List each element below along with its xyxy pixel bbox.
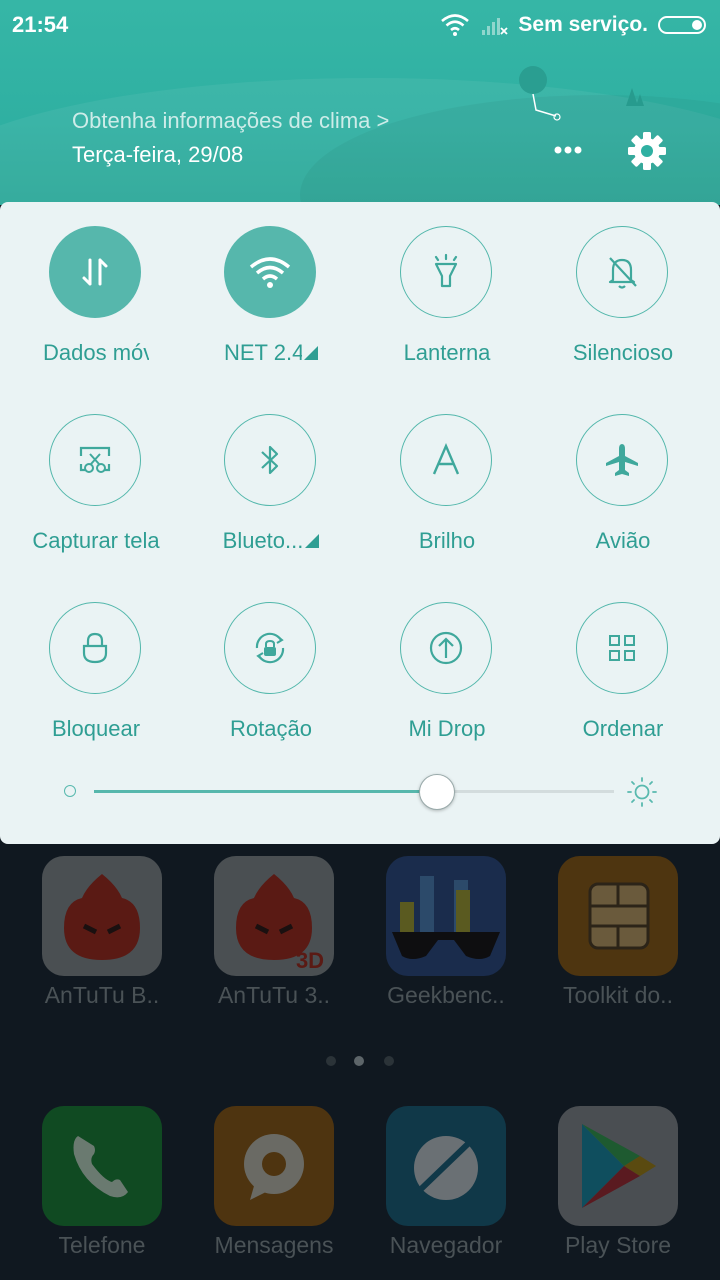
brightness-auto-icon[interactable] (400, 414, 492, 506)
antutu-3d-icon: 3D (214, 856, 334, 976)
toggle-label: Capturar tela (32, 528, 160, 553)
toggle-edit-order[interactable]: Ordenar (535, 578, 711, 748)
toggle-label: Lanterna (403, 340, 491, 365)
geekbench-icon (386, 856, 506, 976)
screenshot-icon[interactable] (49, 414, 141, 506)
phone-icon (42, 1106, 162, 1226)
toggle-label: Brilho (418, 528, 476, 553)
toggle-brightness[interactable]: Brilho (359, 390, 535, 560)
more-icon[interactable] (548, 135, 588, 165)
app-sim-toolkit[interactable]: Toolkit do.. (532, 844, 704, 1024)
home-screen: AnTuTu B.. 3D AnTuTu 3.. Geekbenc.. Tool… (0, 844, 720, 1280)
app-name: Mensagens (214, 1232, 334, 1258)
app-play-store[interactable]: Play Store (532, 1094, 704, 1274)
toggle-rotation[interactable]: Rotação (183, 578, 359, 748)
app-messages[interactable]: Mensagens (188, 1094, 360, 1274)
app-browser[interactable]: Navegador (360, 1094, 532, 1274)
no-signal-icon (482, 18, 509, 35)
app-name: AnTuTu 3.. (217, 982, 331, 1008)
app-antutu-3d[interactable]: 3D AnTuTu 3.. (188, 844, 360, 1024)
brightness-low-icon (64, 785, 76, 797)
notification-header: 21:54 Sem serviço. Obtenha informações d… (0, 0, 720, 205)
slider-fill (94, 790, 438, 793)
flashlight-icon[interactable] (400, 226, 492, 318)
status-bar: 21:54 Sem serviço. (0, 0, 720, 50)
toggle-label: Blueto... (183, 528, 359, 554)
app-name: Navegador (389, 1232, 503, 1258)
sim-toolkit-icon (558, 856, 678, 976)
app-antutu[interactable]: AnTuTu B.. (16, 844, 188, 1024)
toggle-bluetooth[interactable]: Blueto... (183, 390, 359, 560)
toggle-mi-drop[interactable]: Mi Drop (359, 578, 535, 748)
toggle-label: Rotação (230, 716, 312, 741)
app-name: Toolkit do.. (563, 982, 673, 1008)
toggle-wifi[interactable]: NET 2.4G (183, 202, 359, 372)
toggle-mobile-data[interactable]: Dados móveis (8, 202, 184, 372)
clock: 21:54 (12, 12, 69, 37)
date-text: Terça-feira, 29/08 (72, 142, 244, 167)
balloon-illustration (519, 66, 561, 121)
toggle-silent[interactable]: Silencioso (535, 202, 711, 372)
browser-icon (386, 1106, 506, 1226)
toggle-label: Dados móveis (43, 340, 149, 365)
mobile-data-icon[interactable] (49, 226, 141, 318)
upload-icon[interactable] (400, 602, 492, 694)
rotation-lock-icon[interactable] (224, 602, 316, 694)
bluetooth-icon[interactable] (224, 414, 316, 506)
toggle-label: NET 2.4G (183, 340, 359, 366)
battery-icon (658, 16, 706, 34)
toggle-label: Mi Drop (408, 716, 486, 741)
slider-thumb[interactable] (419, 774, 456, 810)
brightness-slider[interactable] (60, 768, 660, 818)
lock-icon[interactable] (49, 602, 141, 694)
wifi-icon[interactable] (224, 226, 316, 318)
page-indicator (322, 1052, 402, 1068)
antutu-icon (42, 856, 162, 976)
quick-settings-panel: Dados móveis NET 2.4G Lanterna (0, 202, 720, 844)
toggle-label: Bloquear (51, 716, 141, 741)
svg-text:3D: 3D (296, 948, 324, 973)
toggle-label: Ordenar (582, 716, 664, 741)
app-name: AnTuTu B.. (44, 982, 160, 1008)
app-geekbench[interactable]: Geekbenc.. (360, 844, 532, 1024)
toggle-label: Avião (595, 528, 651, 553)
play-store-icon (558, 1106, 678, 1226)
weather-link[interactable]: Obtenha informações de clima > (72, 108, 389, 134)
messages-icon (214, 1106, 334, 1226)
wifi-icon (441, 14, 470, 36)
toggle-flashlight[interactable]: Lanterna (359, 202, 535, 372)
airplane-icon[interactable] (576, 414, 668, 506)
app-name: Telefone (58, 1232, 146, 1258)
slider-track[interactable] (94, 790, 614, 793)
trees-illustration (626, 88, 644, 106)
toggle-airplane[interactable]: Avião (535, 390, 711, 560)
grid-icon[interactable] (576, 602, 668, 694)
app-name: Geekbenc.. (387, 982, 505, 1008)
expand-icon[interactable] (305, 534, 320, 548)
app-phone[interactable]: Telefone (16, 1094, 188, 1274)
toggle-lock[interactable]: Bloquear (8, 578, 184, 748)
brightness-high-icon (627, 777, 657, 807)
expand-icon[interactable] (304, 346, 318, 360)
gear-icon[interactable] (624, 128, 670, 174)
toggle-screenshot[interactable]: Capturar tela (8, 390, 184, 560)
toggle-label: Silencioso (572, 340, 674, 365)
carrier-text: Sem serviço. (518, 13, 648, 36)
app-name: Play Store (564, 1232, 672, 1258)
silent-bell-icon[interactable] (576, 226, 668, 318)
